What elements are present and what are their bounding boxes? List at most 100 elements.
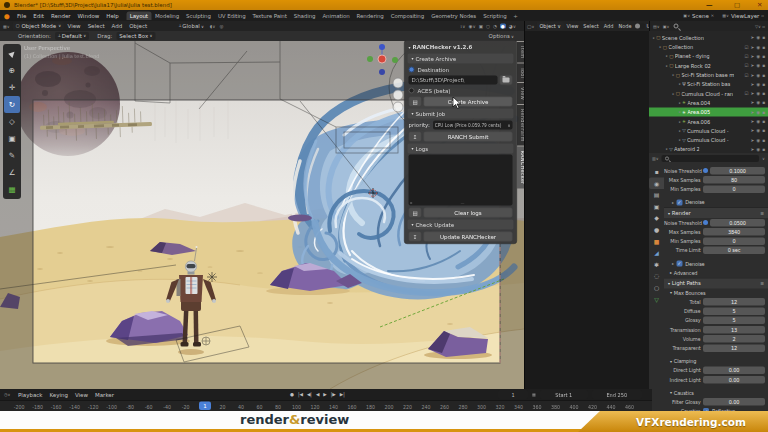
properties-tab-object[interactable]: ■ bbox=[649, 236, 664, 248]
property-row-transparent[interactable]: Transparent12 bbox=[664, 344, 768, 353]
submit-icon-button[interactable]: ↥ bbox=[409, 132, 422, 142]
transport-icon-2[interactable]: ◀| bbox=[307, 392, 312, 397]
property-row-volume[interactable]: Volume2 bbox=[664, 334, 768, 343]
viewport-menu-object[interactable]: Object bbox=[126, 23, 151, 30]
outliner-row[interactable]: ▸▢Large Rock 02☑➤◉▪ bbox=[649, 61, 768, 70]
scene-unlink-icon[interactable]: ✕ bbox=[711, 13, 714, 18]
checkbox-icon[interactable]: ☑ bbox=[745, 54, 749, 59]
outliner-row[interactable]: ▸✳Area.004➤◉▪ bbox=[649, 98, 768, 107]
outliner-row[interactable]: ▸✳Area.006➤◉▪ bbox=[649, 117, 768, 126]
minimize-button[interactable]: — bbox=[706, 0, 713, 10]
properties-tab-world[interactable]: ● bbox=[649, 224, 664, 236]
outliner-search-icon[interactable] bbox=[673, 24, 678, 29]
properties-tab-particles[interactable]: ✱ bbox=[649, 259, 664, 271]
update-icon-button[interactable]: ↧ bbox=[409, 232, 422, 242]
proportional-icon[interactable]: ◎ bbox=[219, 24, 223, 29]
timeline-menu-keying[interactable]: Keying bbox=[46, 391, 71, 398]
subsection-advanced[interactable]: ▸Advanced bbox=[664, 268, 768, 277]
outliner-display-icon[interactable]: ▣∨ bbox=[663, 24, 670, 29]
shader-menu-view[interactable]: View bbox=[564, 23, 581, 29]
check-update-section[interactable]: ▾Check Update bbox=[408, 220, 514, 230]
checkbox-icon[interactable]: ☑ bbox=[745, 91, 749, 96]
property-row-noise-threshold[interactable]: Noise Threshold0.1000 bbox=[664, 166, 768, 175]
camera-icon[interactable]: ▪ bbox=[762, 137, 765, 142]
properties-tab-tool[interactable]: ▪ bbox=[649, 166, 664, 178]
workspace-tab-scripting[interactable]: Scripting bbox=[480, 11, 511, 20]
checkbox-icon[interactable]: ☑ bbox=[745, 63, 749, 68]
camera-icon[interactable]: ▪ bbox=[762, 72, 765, 77]
blender-menu-icon[interactable]: ⬤ bbox=[0, 13, 14, 19]
field-value[interactable]: 5 bbox=[703, 307, 765, 315]
field-value[interactable]: 12 bbox=[703, 344, 765, 352]
eye-icon[interactable]: ◉ bbox=[756, 91, 760, 96]
select-icon[interactable]: ➤ bbox=[751, 82, 755, 87]
expand-icon[interactable]: ▸ bbox=[653, 36, 655, 40]
viewport-menu-select[interactable]: Select bbox=[84, 23, 108, 30]
camera-icon[interactable]: ▪ bbox=[762, 91, 765, 96]
field-value[interactable]: 0.00 bbox=[703, 367, 765, 375]
eye-icon[interactable]: ◉ bbox=[756, 63, 760, 68]
eye-icon[interactable]: ◉ bbox=[756, 128, 760, 133]
field-value[interactable]: 5 bbox=[703, 317, 765, 325]
shader-editor-body[interactable] bbox=[524, 31, 649, 389]
eye-icon[interactable]: ◉ bbox=[756, 82, 760, 87]
camera-icon[interactable]: ▪ bbox=[762, 110, 765, 115]
tool-button-3[interactable]: ↻ bbox=[4, 96, 20, 113]
select-icon[interactable]: ➤ bbox=[751, 128, 755, 133]
outliner-row[interactable]: ▸▽Cumulus Cloud -➤◉▪ bbox=[649, 135, 768, 144]
shader-menu-node[interactable]: Node bbox=[616, 23, 634, 29]
field-value[interactable]: 0.0500 bbox=[710, 219, 765, 227]
workspace-tab-rendering[interactable]: Rendering bbox=[353, 11, 387, 20]
select-icon[interactable]: ➤ bbox=[751, 100, 755, 105]
eye-icon[interactable]: ◉ bbox=[756, 137, 760, 142]
current-frame-field[interactable]: 1 bbox=[498, 390, 528, 399]
tool-button-7[interactable]: ∠ bbox=[4, 164, 20, 181]
timeline-ruler[interactable]: -200-180-160-140-120-100-80-60-40-202040… bbox=[0, 400, 652, 411]
properties-tab-viewlayer[interactable]: ▣ bbox=[649, 201, 664, 213]
end-frame-field[interactable]: End 250 bbox=[592, 390, 642, 399]
outliner-row[interactable]: ▸▽Cumulus Cloud -➤◉▪ bbox=[649, 126, 768, 135]
menu-icon[interactable]: ☰ bbox=[761, 281, 764, 286]
property-row-max-samples[interactable]: Max Samples80 bbox=[664, 175, 768, 184]
select-icon[interactable]: ➤ bbox=[751, 147, 755, 152]
editor-type-icon[interactable]: ▦∨ bbox=[0, 24, 13, 29]
properties-editor-icon[interactable]: ▥∨ bbox=[649, 156, 662, 161]
expand-icon[interactable]: ▸ bbox=[679, 82, 681, 86]
checkbox-icon[interactable]: ☑ bbox=[745, 72, 749, 77]
field-value[interactable]: 0 bbox=[703, 185, 765, 193]
transport-icon-4[interactable]: ▶ bbox=[323, 392, 326, 397]
timeline-menu-playback[interactable]: Playback bbox=[14, 391, 46, 398]
select-icon[interactable]: ➤ bbox=[751, 110, 755, 115]
xray-icon[interactable]: ▣ bbox=[479, 24, 483, 29]
transport-icon-0[interactable]: ● bbox=[290, 392, 294, 397]
topbar-menu-edit[interactable]: Edit bbox=[30, 12, 48, 19]
viewlayer-new-icon[interactable]: ▫ bbox=[761, 13, 764, 18]
shading-solid-icon[interactable]: ◔ bbox=[493, 24, 497, 29]
field-value[interactable]: 0 bbox=[703, 237, 765, 245]
outliner-row[interactable]: ▸▢Sci-Fi Station base m☑➤◉▪ bbox=[649, 70, 768, 79]
eye-icon[interactable]: ◉ bbox=[756, 54, 760, 59]
field-value[interactable]: 13 bbox=[703, 326, 765, 334]
field-value[interactable]: 3840 bbox=[703, 228, 765, 236]
expand-icon[interactable]: ▸ bbox=[679, 101, 681, 105]
topbar-menu-window[interactable]: Window bbox=[74, 12, 103, 19]
transport-icon-6[interactable]: ▶| bbox=[340, 392, 345, 397]
outliner-row[interactable]: ▸ΨSci-Fi Station bas➤◉▪ bbox=[649, 79, 768, 88]
add-workspace-button[interactable]: + bbox=[510, 12, 521, 19]
overlays-icon[interactable]: ◉∨ bbox=[469, 24, 476, 29]
expand-icon[interactable]: ▸ bbox=[666, 64, 668, 68]
orientation-dropdown[interactable]: ⟂Global∨ bbox=[179, 23, 204, 30]
properties-tab-constraint[interactable]: ○ bbox=[649, 282, 664, 294]
section-header-light-paths[interactable]: ▾Light Paths☰ bbox=[664, 277, 768, 288]
select-icon[interactable]: ➤ bbox=[751, 91, 755, 96]
checkbox-row-denoise[interactable]: ▸✓Denoise bbox=[664, 198, 768, 207]
clear-logs-icon-button[interactable]: ▤ bbox=[409, 208, 422, 218]
shader-menu-select[interactable]: Select bbox=[581, 23, 601, 29]
menu-icon[interactable]: ☰ bbox=[761, 211, 764, 216]
transport-icon-5[interactable]: |▶ bbox=[331, 392, 336, 397]
workspace-tab-geometry-nodes[interactable]: Geometry Nodes bbox=[428, 11, 480, 20]
eye-icon[interactable]: ◉ bbox=[756, 35, 760, 40]
property-row-time-limit[interactable]: Time Limit0 sec bbox=[664, 246, 768, 255]
property-row-total[interactable]: Total12 bbox=[664, 297, 768, 306]
logs-section[interactable]: ▾Logs bbox=[408, 144, 514, 154]
